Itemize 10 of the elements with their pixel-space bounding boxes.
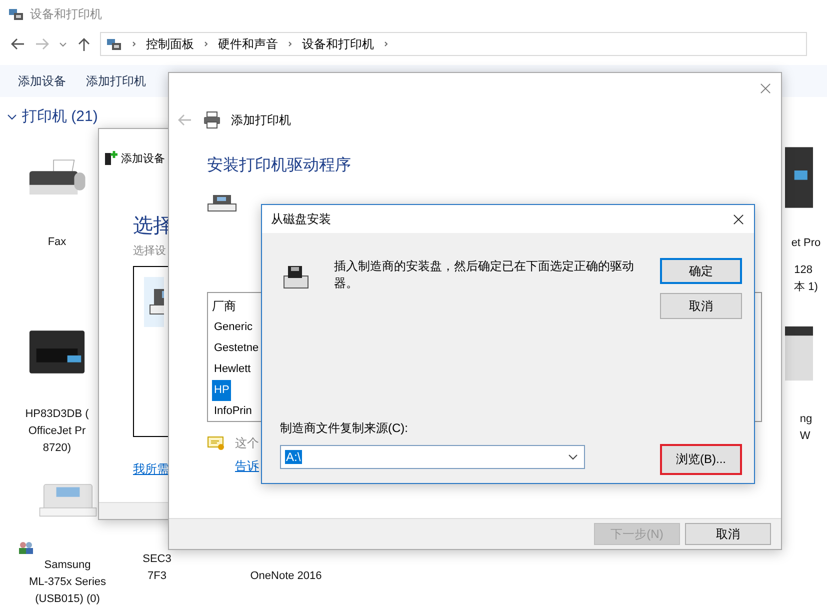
- wizard-subtitle: 选择设: [133, 244, 167, 258]
- window-title: 添加设备: [121, 152, 165, 166]
- dialog-title: 从磁盘安装: [271, 210, 331, 228]
- window-title: 添加打印机: [231, 112, 291, 128]
- dialog-message: 插入制造商的安装盘，然后确定已在下面选定正确的驱动器。: [334, 258, 635, 292]
- column-header: 厂商: [212, 298, 236, 315]
- window-title: 设备和打印机: [30, 6, 102, 22]
- field-label: 制造商文件复制来源(C):: [280, 420, 409, 437]
- note-text: 这个: [235, 434, 259, 452]
- wizard-heading: 安装打印机驱动程序: [207, 156, 352, 176]
